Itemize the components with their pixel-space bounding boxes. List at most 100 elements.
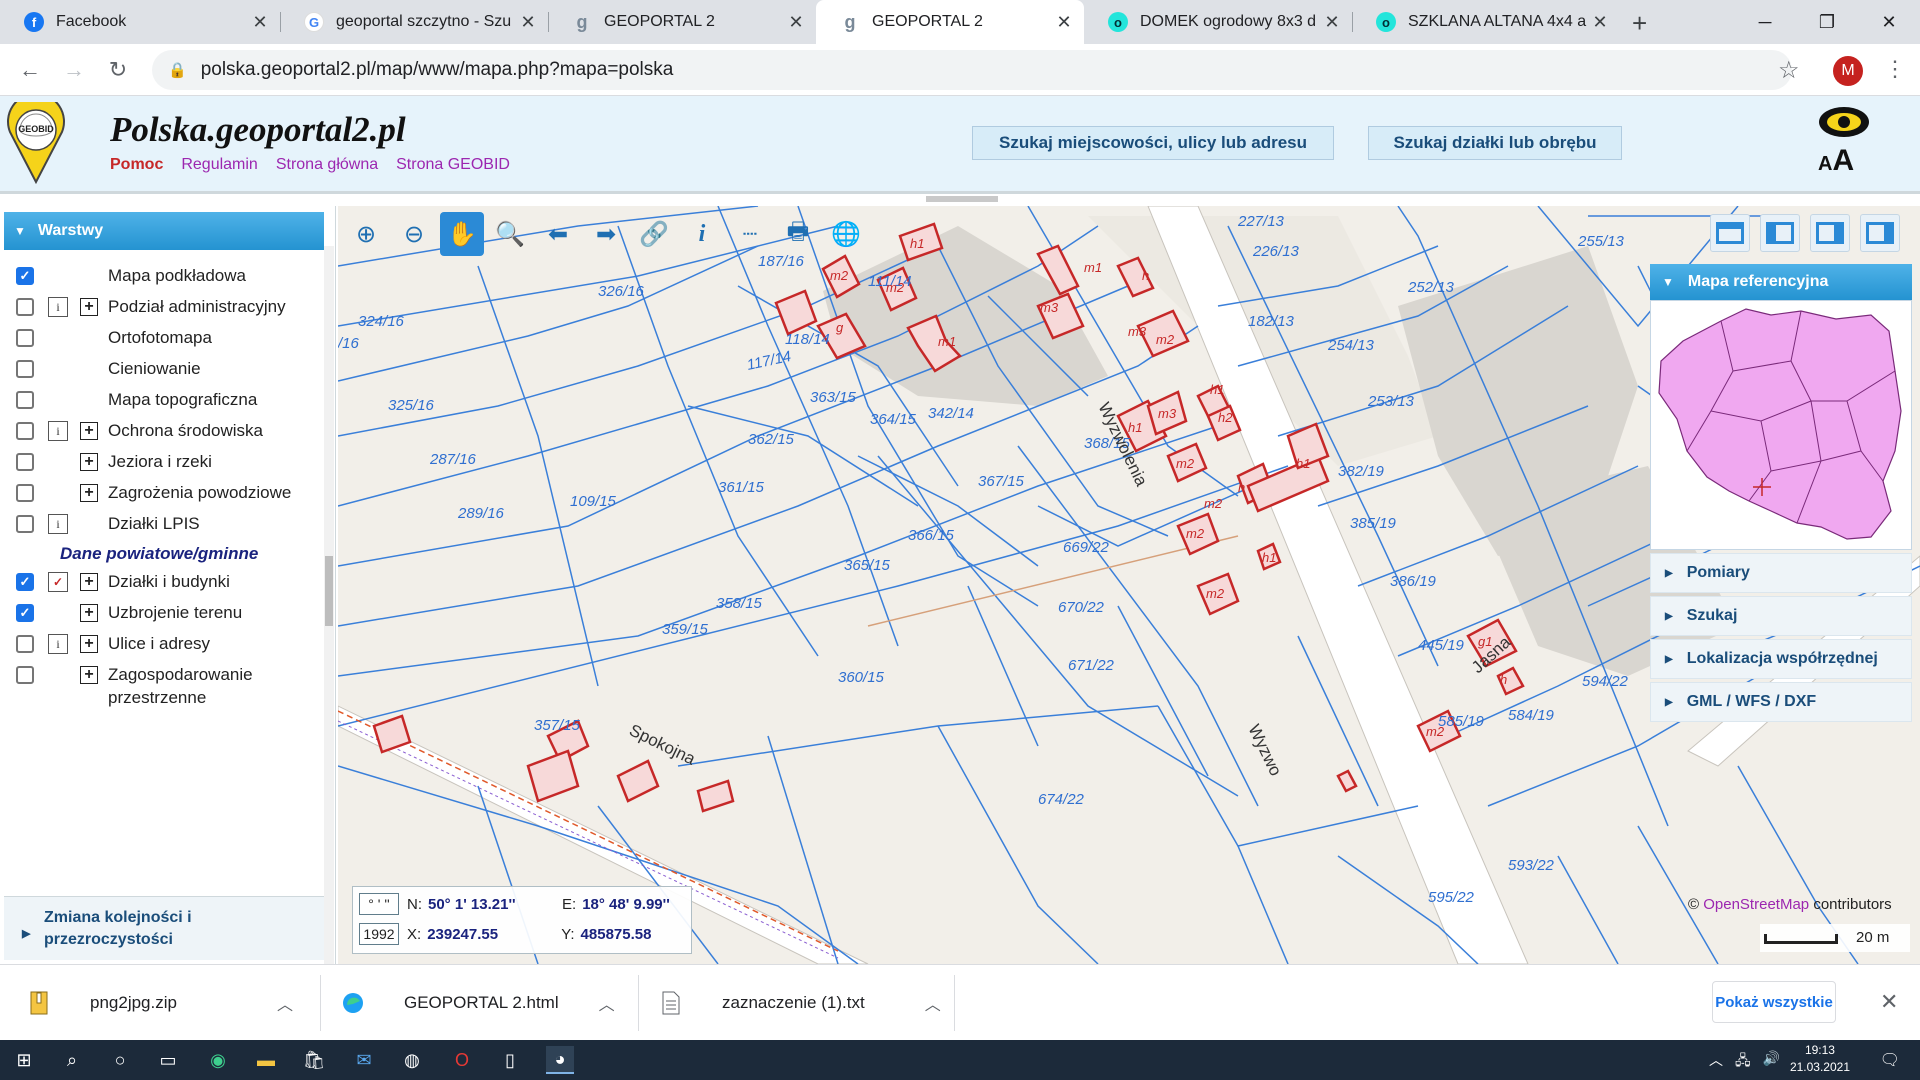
expand-plus-icon[interactable]: + [80,604,98,622]
layer-checkbox[interactable]: ✓ [16,573,34,591]
maximize-icon[interactable]: ❐ [1796,0,1858,44]
chevron-up-icon[interactable]: ︿ [277,991,293,1015]
globe-icon[interactable]: 🌐 [824,212,868,256]
coordinate-locate-item[interactable]: ▶ Lokalizacja współrzędnej [1650,639,1912,679]
layers-header[interactable]: ▼ Warstwy [4,212,324,250]
arrow-left-icon[interactable]: ⬅ [536,212,580,256]
windows-start-icon[interactable]: ⊞ [10,1046,38,1074]
browser-tab-active[interactable]: g GEOPORTAL 2 ✕ [816,0,1084,44]
close-icon[interactable]: ✕ [248,12,272,33]
zoom-out-icon[interactable]: ⊖ [392,212,436,256]
download-item[interactable]: GEOPORTAL 2.html ︿ [342,965,615,1041]
layer-checkbox[interactable] [16,329,34,347]
layout-exit-icon[interactable] [1810,214,1850,252]
browser-tab[interactable]: o SZKLANA ALTANA 4x4 a ✕ [1352,0,1620,44]
info-checked-icon[interactable]: ✓ [48,572,68,592]
avatar[interactable]: M [1833,56,1863,86]
link-geobid[interactable]: Strona GEOBID [396,156,510,174]
browser-tab[interactable]: g GEOPORTAL 2 ✕ [548,0,816,44]
search-icon[interactable]: ⌕ [58,1046,86,1074]
geobid-logo[interactable]: GEOBID [6,102,66,184]
scrollbar-thumb[interactable] [325,556,333,626]
store-icon[interactable]: 🛍 [300,1046,328,1074]
close-icon[interactable]: ✕ [784,12,808,33]
forward-icon[interactable]: → [58,54,90,86]
measurements-item[interactable]: ▶ Pomiary [1650,553,1912,593]
info-icon[interactable]: i [48,634,68,654]
download-item[interactable]: zaznaczenie (1).txt ︿ [660,965,941,1041]
notification-icon[interactable]: 🗨 [1880,1050,1900,1070]
coord-format-1992-button[interactable]: 1992 [359,923,399,945]
panel-scrollbar[interactable] [324,246,334,966]
file-explorer-icon[interactable]: ▬ [252,1046,280,1074]
browser-tab[interactable]: G geoportal szczytno - Szu ✕ [280,0,548,44]
zoom-in-icon[interactable]: ⊕ [344,212,388,256]
gml-wfs-dxf-item[interactable]: ▶ GML / WFS / DXF [1650,682,1912,722]
layer-checkbox[interactable] [16,666,34,684]
layout-full-icon[interactable] [1710,214,1750,252]
link-icon[interactable]: 🔗 [632,212,676,256]
layout-right-panel-icon[interactable] [1860,214,1900,252]
info-icon[interactable]: i [48,421,68,441]
bookmark-star-icon[interactable]: ☆ [1778,56,1800,85]
arrow-right-icon[interactable]: ➡ [584,212,628,256]
layer-checkbox[interactable] [16,635,34,653]
layer-checkbox[interactable]: ✓ [16,604,34,622]
notepad-icon[interactable]: ▯ [496,1046,524,1074]
expand-plus-icon[interactable]: + [80,573,98,591]
expand-plus-icon[interactable]: + [80,453,98,471]
close-window-icon[interactable]: ✕ [1858,0,1920,44]
minimize-icon[interactable]: ─ [1734,0,1796,44]
browser-menu-icon[interactable]: ⋮ [1884,56,1906,82]
print-icon[interactable]: 🖶 [776,212,820,256]
layout-left-panel-icon[interactable] [1760,214,1800,252]
layer-checkbox[interactable] [16,360,34,378]
eye-icon[interactable] [1817,104,1871,140]
browser-tab[interactable]: f Facebook ✕ [0,0,280,44]
chevron-up-icon[interactable]: ︿ [599,991,615,1015]
layer-order-button[interactable]: ▶ Zmiana kolejności i przezroczystości [4,896,324,960]
chevron-up-icon[interactable]: ︿ [925,991,941,1015]
ruler-icon[interactable]: ┈ [728,212,772,256]
clock[interactable]: 19:13 21.03.2021 [1790,1042,1850,1076]
zoom-box-icon[interactable]: 🔍 [488,212,532,256]
reference-map-header[interactable]: ▼ Mapa referencyjna [1650,264,1912,300]
close-icon[interactable]: ✕ [1880,989,1898,1015]
info-tool-icon[interactable]: i [680,212,724,256]
layer-checkbox[interactable] [16,298,34,316]
expand-plus-icon[interactable]: + [80,298,98,316]
search-parcel-button[interactable]: Szukaj działki lub obrębu [1368,126,1622,160]
link-terms[interactable]: Regulamin [181,156,257,174]
show-all-downloads-button[interactable]: Pokaż wszystkie [1712,981,1836,1023]
layer-checkbox[interactable] [16,391,34,409]
info-icon[interactable]: i [48,297,68,317]
info-icon[interactable]: i [48,514,68,534]
browser-tab[interactable]: o DOMEK ogrodowy 8x3 d ✕ [1084,0,1352,44]
pan-hand-icon[interactable]: ✋ [440,212,484,256]
chevron-up-icon[interactable]: ︿ [1709,1050,1723,1074]
expand-plus-icon[interactable]: + [80,666,98,684]
expand-plus-icon[interactable]: + [80,484,98,502]
search-address-button[interactable]: Szukaj miejscowości, ulicy lub adresu [972,126,1334,160]
back-icon[interactable]: ← [14,54,46,86]
new-tab-button[interactable]: + [1632,8,1647,39]
search-item[interactable]: ▶ Szukaj [1650,596,1912,636]
osm-link[interactable]: OpenStreetMap [1703,896,1809,913]
layer-checkbox[interactable] [16,484,34,502]
link-home[interactable]: Strona główna [276,156,378,174]
expand-plus-icon[interactable]: + [80,635,98,653]
opera-icon[interactable]: O [448,1046,476,1074]
network-icon[interactable]: 🖧 [1735,1050,1751,1074]
reference-map[interactable] [1650,300,1912,550]
close-icon[interactable]: ✕ [516,12,540,33]
layer-checkbox[interactable]: ✓ [16,267,34,285]
app-icon[interactable]: ◍ [398,1046,426,1074]
edge-icon[interactable]: ◉ [204,1046,232,1074]
cortana-icon[interactable]: ○ [106,1046,134,1074]
url-input[interactable]: 🔒 polska.geoportal2.pl/map/www/mapa.php?… [152,50,1792,90]
layer-checkbox[interactable] [16,422,34,440]
layer-checkbox[interactable] [16,453,34,471]
mail-icon[interactable]: ✉ [350,1046,378,1074]
expand-plus-icon[interactable]: + [80,422,98,440]
close-icon[interactable]: ✕ [1588,12,1612,33]
